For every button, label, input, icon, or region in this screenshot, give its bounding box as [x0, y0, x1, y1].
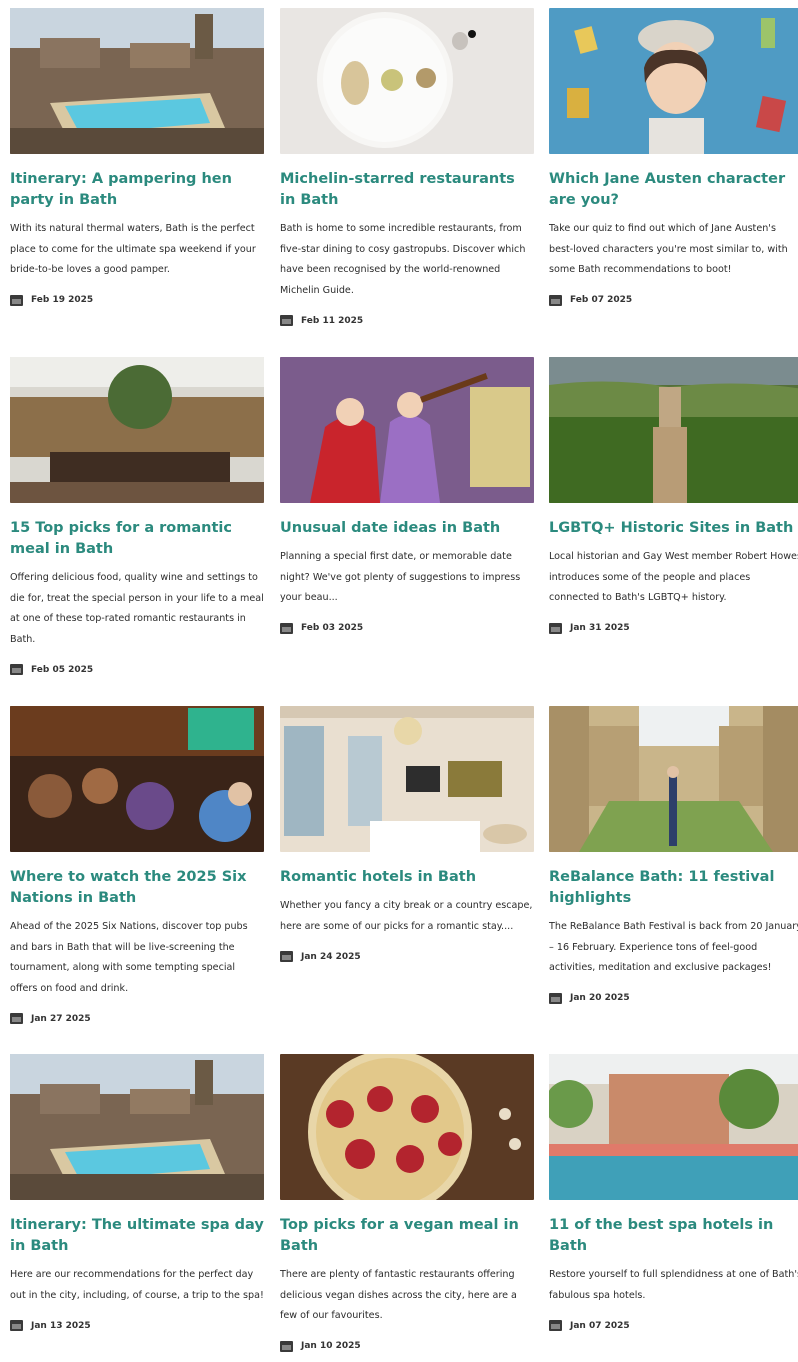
article-excerpt: There are plenty of fantastic restaurant… — [280, 1269, 517, 1321]
article-image[interactable] — [280, 1054, 534, 1200]
article-card[interactable]: 15 Top picks for a romantic meal in Bath… — [10, 357, 264, 675]
calendar-icon — [280, 315, 293, 326]
article-card[interactable]: LGBTQ+ Historic Sites in Bath Local hist… — [549, 357, 798, 634]
article-card[interactable]: Romantic hotels in Bath Whether you fanc… — [280, 706, 534, 962]
article-image[interactable] — [549, 8, 798, 154]
article-date: Feb 05 2025 — [10, 664, 264, 675]
article-title[interactable]: ReBalance Bath: 11 festival highlights — [549, 867, 798, 909]
article-title[interactable]: Michelin-starred restaurants in Bath — [280, 169, 534, 211]
article-card[interactable]: Unusual date ideas in Bath Planning a sp… — [280, 357, 534, 634]
article-title[interactable]: Romantic hotels in Bath — [280, 867, 534, 888]
article-card[interactable]: ReBalance Bath: 11 festival highlights T… — [549, 706, 798, 1004]
article-image[interactable] — [10, 8, 264, 154]
article-date: Jan 31 2025 — [549, 622, 798, 634]
article-image[interactable] — [280, 357, 534, 503]
article-date: Jan 24 2025 — [280, 951, 534, 962]
article-title[interactable]: Itinerary: A pampering hen party in Bath — [10, 169, 264, 211]
article-grid: Itinerary: A pampering hen party in Bath… — [0, 0, 798, 1362]
article-image[interactable] — [549, 357, 798, 503]
calendar-icon — [10, 294, 23, 306]
article-excerpt: Here are our recommendations for the per… — [10, 1269, 264, 1301]
article-title[interactable]: Itinerary: The ultimate spa day in Bath — [10, 1215, 264, 1257]
article-date: Feb 19 2025 — [10, 294, 264, 306]
article-card[interactable]: Top picks for a vegan meal in Bath There… — [280, 1054, 534, 1352]
article-excerpt: Planning a special first date, or memora… — [280, 551, 521, 603]
article-excerpt: Whether you fancy a city break or a coun… — [280, 900, 533, 932]
calendar-icon — [280, 622, 293, 634]
article-date: Jan 10 2025 — [280, 1340, 534, 1352]
article-excerpt: Offering delicious food, quality wine an… — [10, 572, 264, 645]
article-excerpt: Restore yourself to full splendidness at… — [549, 1269, 798, 1301]
calendar-icon — [549, 1320, 562, 1331]
article-date: Jan 20 2025 — [549, 992, 798, 1004]
article-date: Feb 11 2025 — [280, 315, 534, 326]
calendar-icon — [280, 951, 293, 962]
article-title[interactable]: Which Jane Austen character are you? — [549, 169, 798, 211]
article-image[interactable] — [10, 357, 264, 503]
article-date: Jan 27 2025 — [10, 1013, 264, 1024]
article-excerpt: Take our quiz to find out which of Jane … — [549, 223, 788, 275]
calendar-icon — [10, 1013, 23, 1024]
article-title[interactable]: Where to watch the 2025 Six Nations in B… — [10, 867, 264, 909]
article-title[interactable]: LGBTQ+ Historic Sites in Bath — [549, 518, 798, 539]
article-image[interactable] — [549, 1054, 798, 1200]
calendar-icon — [10, 664, 23, 675]
article-image[interactable] — [280, 8, 534, 154]
article-date: Jan 13 2025 — [10, 1320, 264, 1331]
article-excerpt: Ahead of the 2025 Six Nations, discover … — [10, 921, 248, 994]
article-excerpt: Bath is home to some incredible restaura… — [280, 223, 526, 296]
article-image[interactable] — [280, 706, 534, 852]
article-image[interactable] — [10, 706, 264, 852]
article-excerpt: With its natural thermal waters, Bath is… — [10, 223, 256, 275]
article-excerpt: The ReBalance Bath Festival is back from… — [549, 921, 798, 973]
article-title[interactable]: 11 of the best spa hotels in Bath — [549, 1215, 798, 1257]
article-excerpt: Local historian and Gay West member Robe… — [549, 551, 798, 603]
article-image[interactable] — [10, 1054, 264, 1200]
calendar-icon — [549, 622, 562, 634]
article-title[interactable]: Top picks for a vegan meal in Bath — [280, 1215, 534, 1257]
article-card[interactable]: Which Jane Austen character are you? Tak… — [549, 8, 798, 306]
article-card[interactable]: Itinerary: A pampering hen party in Bath… — [10, 8, 264, 306]
calendar-icon — [549, 294, 562, 306]
article-title[interactable]: Unusual date ideas in Bath — [280, 518, 534, 539]
article-card[interactable]: Itinerary: The ultimate spa day in Bath … — [10, 1054, 264, 1331]
article-title[interactable]: 15 Top picks for a romantic meal in Bath — [10, 518, 264, 560]
article-card[interactable]: Where to watch the 2025 Six Nations in B… — [10, 706, 264, 1024]
calendar-icon — [280, 1340, 293, 1352]
article-card[interactable]: 11 of the best spa hotels in Bath Restor… — [549, 1054, 798, 1331]
calendar-icon — [10, 1320, 23, 1331]
article-image[interactable] — [549, 706, 798, 852]
article-date: Feb 03 2025 — [280, 622, 534, 634]
article-card[interactable]: Michelin-starred restaurants in Bath Bat… — [280, 8, 534, 326]
article-date: Jan 07 2025 — [549, 1320, 798, 1331]
calendar-icon — [549, 992, 562, 1004]
article-date: Feb 07 2025 — [549, 294, 798, 306]
